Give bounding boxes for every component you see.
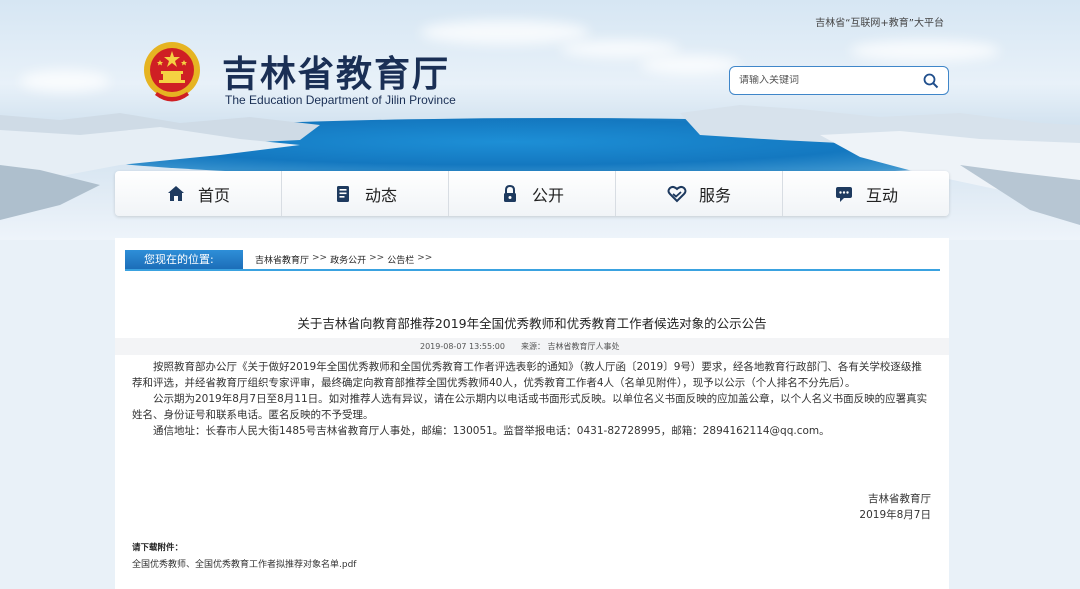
nav-item-interact[interactable]: 互动 xyxy=(783,171,949,216)
body-paragraph: 通信地址：长春市人民大街1485号吉林省教育厅人事处，邮编：130051。监督举… xyxy=(153,425,830,437)
breadcrumb-notice-link[interactable]: 公告栏 xyxy=(387,253,414,266)
site-title: 吉林省教育厅 xyxy=(222,54,451,95)
signature: 吉林省教育厅 2019年8月7日 xyxy=(859,491,931,523)
breadcrumb-public-link[interactable]: 政务公开 xyxy=(330,253,366,266)
search-input[interactable] xyxy=(739,75,918,86)
body-paragraph: 公示期为2019年8月7日至8月11日。如对推荐人选有异议，请在公示期内以电话或… xyxy=(132,393,928,421)
breadcrumb-bar: 您现在的位置: 吉林省教育厅 >> 政务公开 >> 公告栏 >> xyxy=(125,250,940,271)
article-title: 关于吉林省向教育部推荐2019年全国优秀教师和优秀教育工作者候选对象的公示公告 xyxy=(297,316,767,331)
nav-label: 服务 xyxy=(698,185,731,205)
publish-date: 2019-08-07 13:55:00 xyxy=(420,342,505,351)
national-emblem-icon xyxy=(144,42,200,102)
nav-item-news[interactable]: 动态 xyxy=(282,171,449,216)
nav-item-public[interactable]: 公开 xyxy=(449,171,616,216)
nav-label: 动态 xyxy=(364,185,397,205)
search-button[interactable] xyxy=(918,68,944,94)
site-subtitle: The Education Department of Jilin Provin… xyxy=(225,93,456,107)
mountains-image xyxy=(0,105,1080,225)
attachment-link[interactable]: 全国优秀教师、全国优秀教育工作者拟推荐对象名单.pdf xyxy=(132,557,356,570)
attachment-heading: 请下载附件： xyxy=(132,543,184,553)
location-label: 您现在的位置: xyxy=(125,250,243,269)
nav-label: 互动 xyxy=(865,185,898,205)
nav-item-service[interactable]: 服务 xyxy=(616,171,783,216)
breadcrumb-separator: >> xyxy=(312,253,328,263)
article-source: 来源： 吉林省教育厅人事处 xyxy=(521,342,620,351)
breadcrumb-separator: >> xyxy=(369,253,385,263)
breadcrumb-home-link[interactable]: 吉林省教育厅 xyxy=(255,253,309,266)
main-nav: 首页 动态 公开 服务 互动 xyxy=(115,171,949,216)
breadcrumb: 吉林省教育厅 >> 政务公开 >> 公告栏 >> xyxy=(255,253,432,266)
heart-hand-icon xyxy=(667,185,687,202)
article-body: 按照教育部办公厅《关于做好2019年全国优秀教师和全国优秀教育工作者评选表彰的通… xyxy=(132,359,932,439)
chat-icon xyxy=(835,186,852,202)
home-icon xyxy=(167,185,184,201)
nav-label: 首页 xyxy=(197,185,230,205)
article-meta: 2019-08-07 13:55:00 来源： 吉林省教育厅人事处 xyxy=(115,338,949,355)
lock-icon xyxy=(503,184,516,202)
signature-org: 吉林省教育厅 xyxy=(868,493,931,505)
nav-label: 公开 xyxy=(531,185,564,205)
body-paragraph: 按照教育部办公厅《关于做好2019年全国优秀教师和全国优秀教育工作者评选表彰的通… xyxy=(132,361,922,389)
breadcrumb-separator: >> xyxy=(417,253,433,263)
platform-link[interactable]: 吉林省“互联网+教育”大平台 xyxy=(815,14,944,29)
signature-date: 2019年8月7日 xyxy=(859,509,931,521)
nav-item-home[interactable]: 首页 xyxy=(115,171,282,216)
content-panel: 您现在的位置: 吉林省教育厅 >> 政务公开 >> 公告栏 >> 关于吉林省向教… xyxy=(115,238,949,589)
document-icon xyxy=(336,185,349,202)
search-icon xyxy=(923,73,939,88)
search-box xyxy=(729,66,949,95)
